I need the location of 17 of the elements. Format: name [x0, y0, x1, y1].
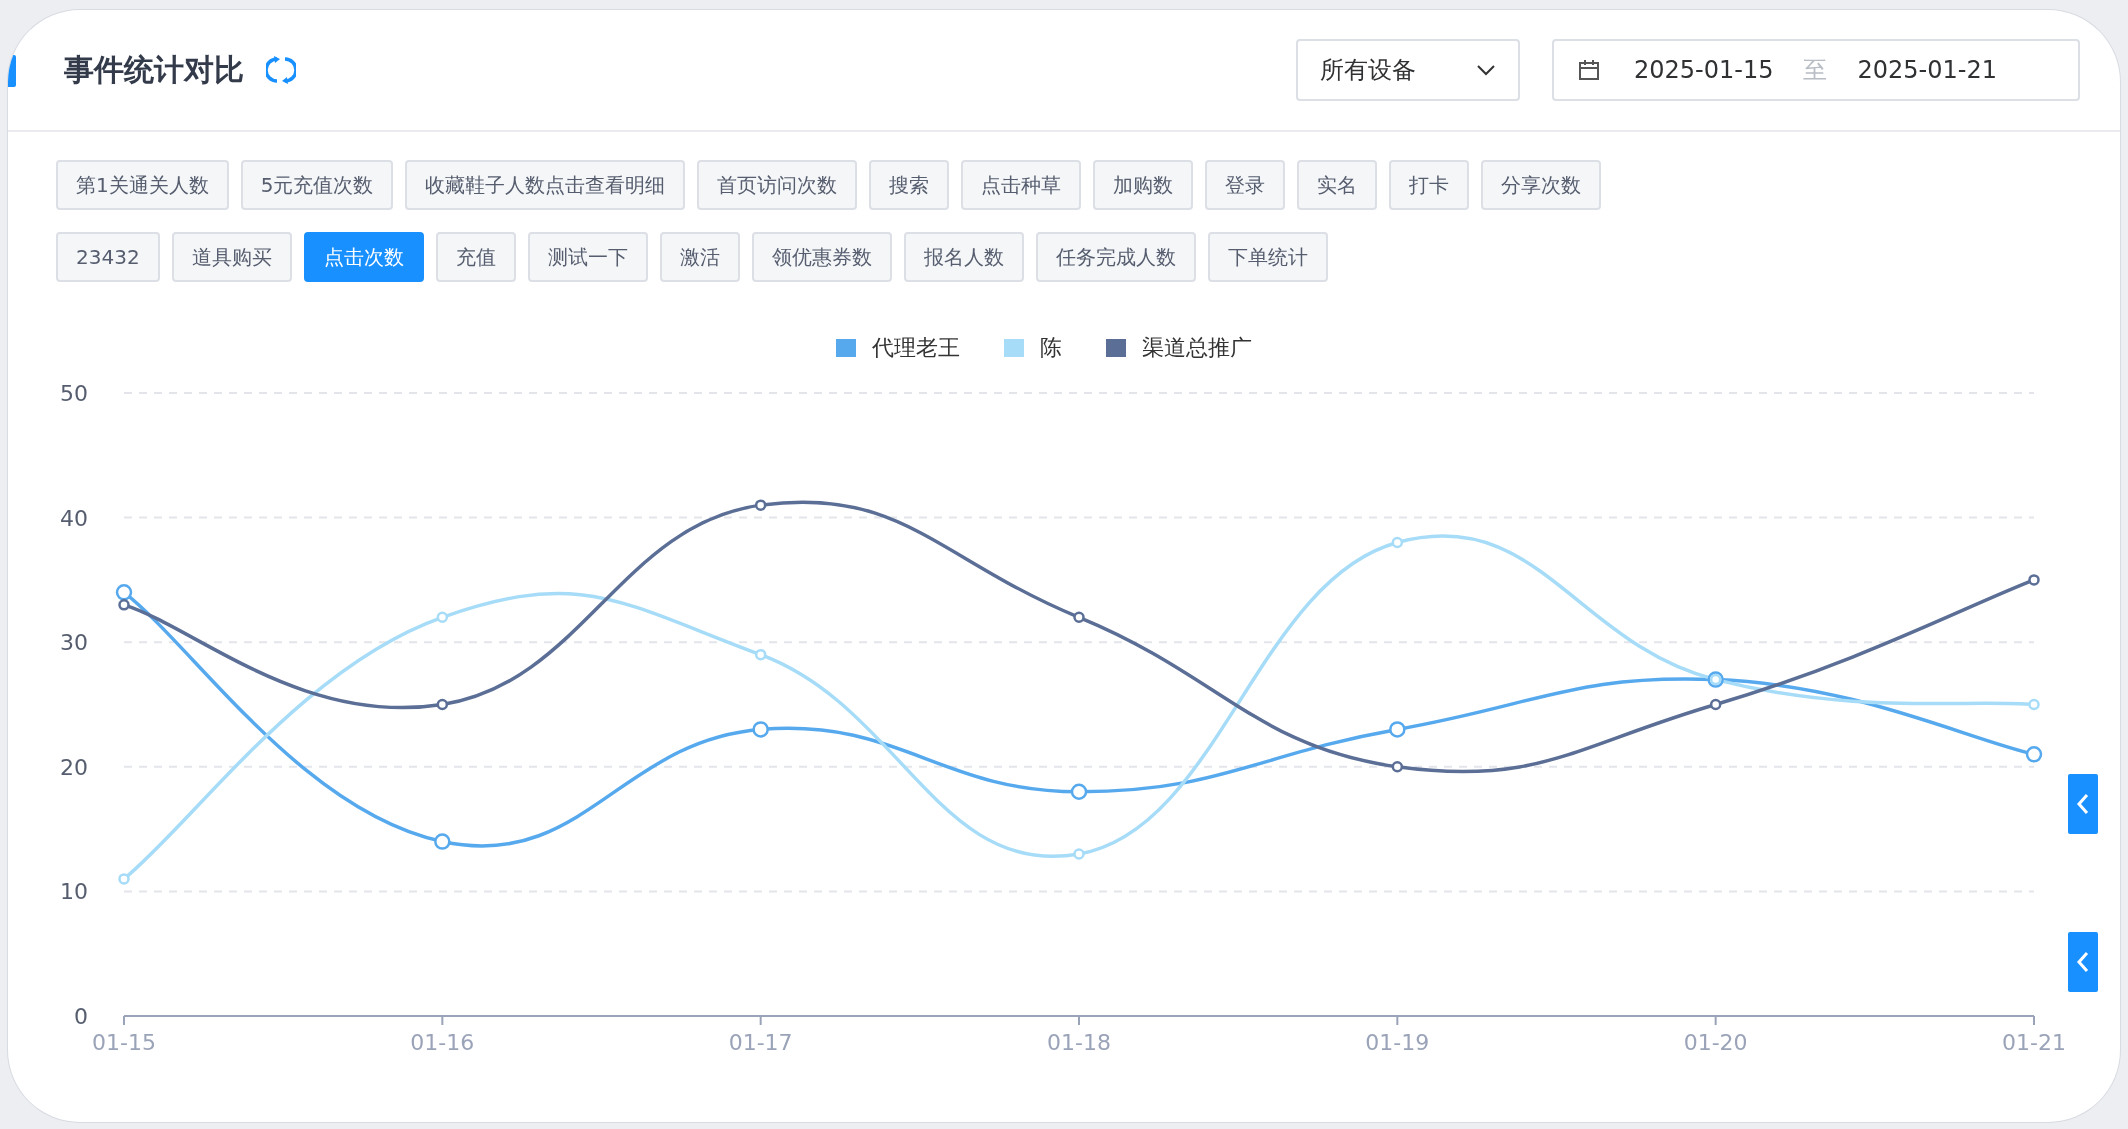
y-tick-label: 30: [60, 630, 88, 656]
x-tick-label: 01-20: [1683, 1030, 1748, 1055]
y-tick-label: 0: [74, 1004, 88, 1029]
x-tick-label: 01-21: [2002, 1030, 2066, 1055]
page-title: 事件统计对比: [64, 50, 244, 89]
y-tick-label: 50: [60, 381, 88, 406]
x-tick-label: 01-19: [1365, 1030, 1430, 1055]
start-date: 2025-01-15: [1634, 56, 1774, 84]
range-separator: 至: [1803, 55, 1828, 86]
y-tick-label: 20: [60, 754, 88, 780]
end-date: 2025-01-21: [1857, 56, 1997, 84]
y-tick-label: 10: [60, 879, 88, 905]
x-tick-label: 01-18: [1047, 1030, 1111, 1055]
x-tick-label: 01-15: [92, 1030, 156, 1055]
y-tick-label: 40: [60, 505, 88, 531]
x-tick-label: 01-16: [410, 1030, 475, 1055]
x-tick-label: 01-17: [728, 1030, 793, 1055]
